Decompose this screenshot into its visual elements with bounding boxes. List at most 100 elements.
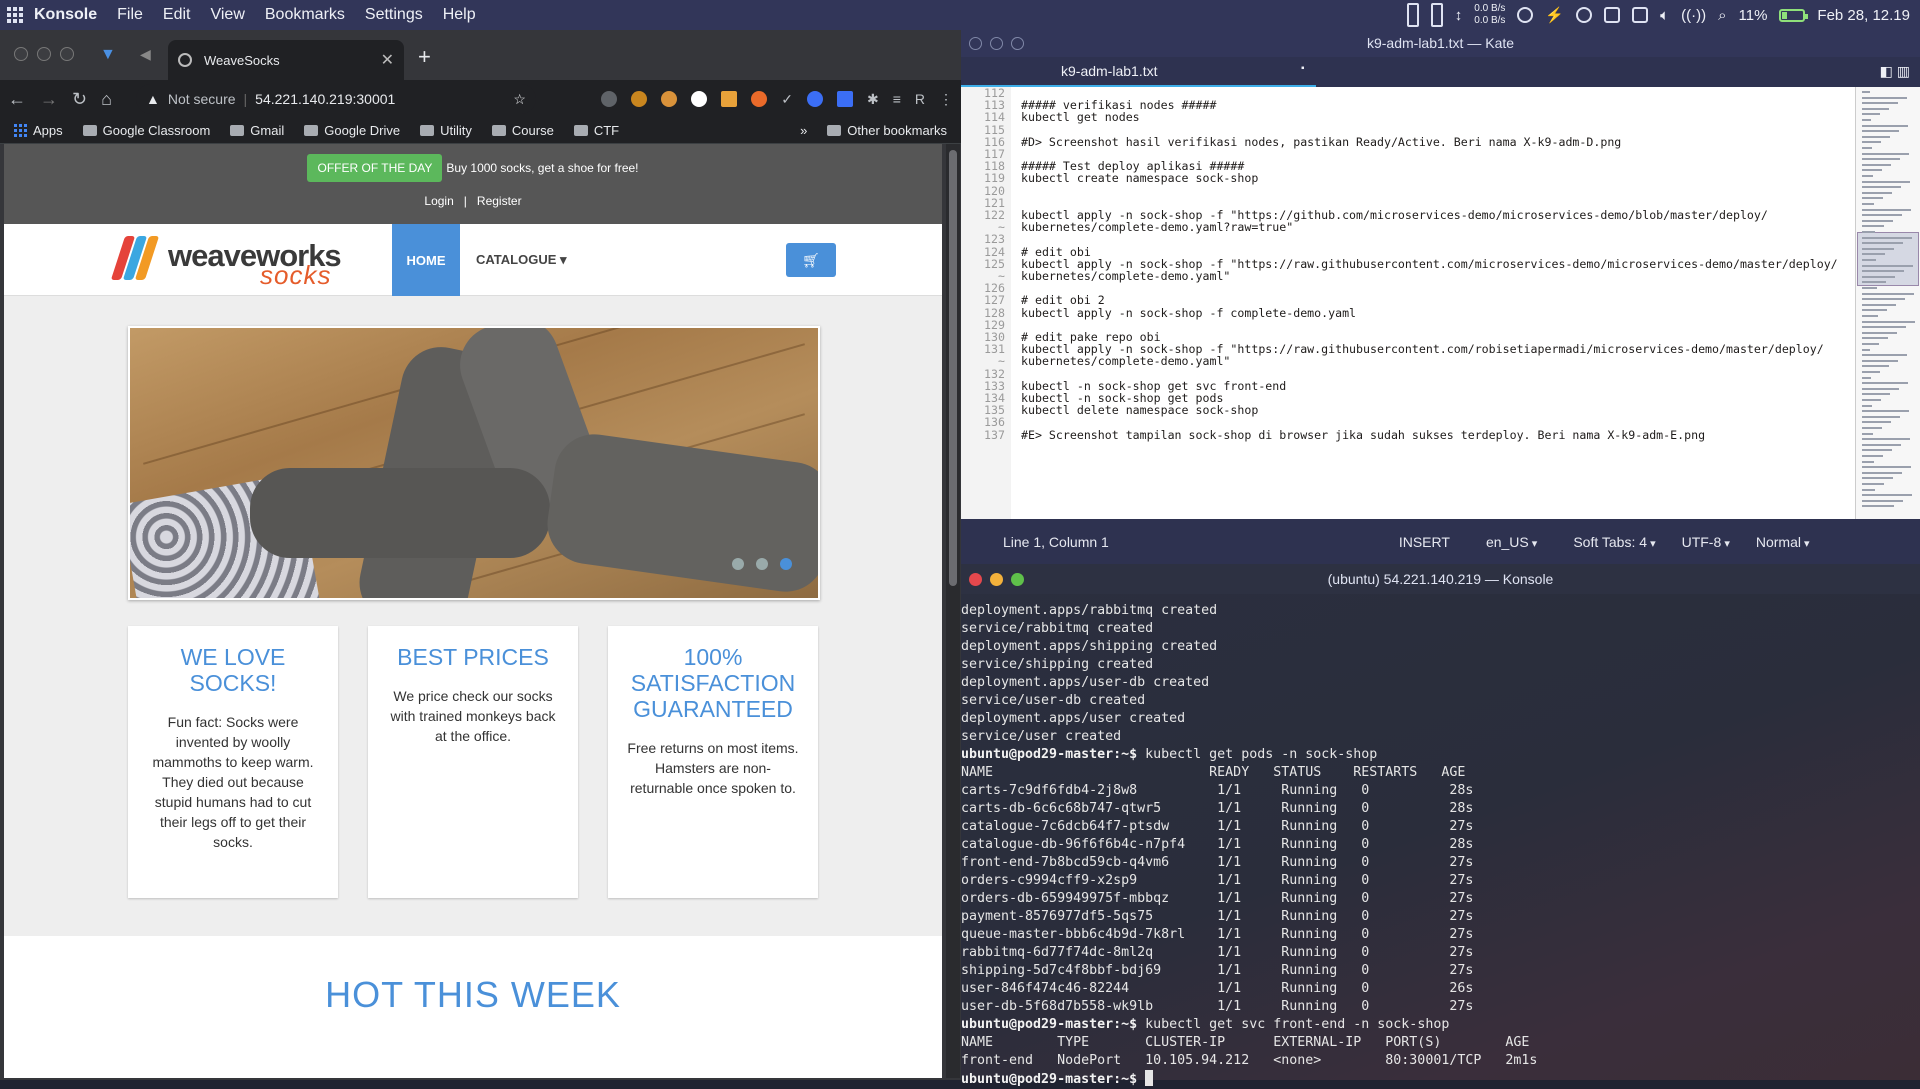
bookmark-utility[interactable]: Utility [420, 123, 472, 138]
minimize-window-button[interactable] [990, 573, 1003, 586]
tab-search-icon[interactable]: ◀ [140, 46, 151, 63]
menu-settings[interactable]: Settings [355, 6, 433, 24]
close-tab-icon[interactable]: ✕ [381, 50, 394, 70]
volume-icon[interactable]: 🔈︎ [1660, 7, 1669, 24]
menu-bookmarks[interactable]: Bookmarks [255, 6, 355, 24]
app-launcher-icon[interactable] [0, 0, 30, 30]
minimap[interactable] [1855, 87, 1920, 519]
hero-carousel[interactable] [128, 326, 820, 600]
split-view-icon[interactable]: ◧ ▥ [1880, 63, 1910, 80]
register-link[interactable]: Register [477, 194, 522, 208]
extension-icon[interactable] [601, 90, 618, 107]
carousel-dot[interactable] [732, 558, 744, 570]
document-tab[interactable]: k9-adm-lab1.txt [1061, 63, 1157, 79]
minimap-line [1862, 113, 1880, 116]
memory-monitor-icon[interactable] [1430, 3, 1443, 27]
wifi-icon[interactable]: ((·)) [1681, 7, 1706, 24]
bookmark-star-icon[interactable]: ☆ [513, 91, 526, 108]
extension-icon[interactable] [721, 90, 738, 107]
carousel-dot[interactable] [756, 558, 768, 570]
weaveworks-socks-logo[interactable]: weaveworks socks [110, 234, 354, 290]
new-tab-button[interactable]: + [418, 44, 431, 70]
extension-w-icon[interactable] [691, 90, 708, 107]
kde-connect-icon[interactable]: ⚡ [1545, 6, 1564, 24]
cpu-monitor-icon[interactable] [1406, 3, 1419, 27]
home-icon[interactable]: ⌂ [101, 89, 112, 110]
menu-file[interactable]: File [107, 6, 153, 24]
maximize-window-button[interactable] [1011, 37, 1024, 50]
code-line: #D> Screenshot hasil verifikasi nodes, p… [1021, 134, 1622, 149]
check-extension-icon[interactable]: ✓ [781, 91, 793, 108]
nav-catalogue[interactable]: CATALOGUE ▾ [476, 252, 567, 268]
tab-close-icon[interactable]: ▪ [1301, 63, 1305, 74]
input-mode[interactable]: INSERT [1399, 534, 1450, 550]
timer-icon[interactable] [1517, 7, 1534, 23]
indentation-selector[interactable]: Soft Tabs: 4 [1573, 534, 1655, 550]
close-window-button[interactable] [14, 47, 28, 61]
maximize-window-button[interactable] [60, 47, 74, 61]
bookmarks-overflow-button[interactable]: » [800, 123, 807, 138]
encoding-selector[interactable]: UTF-8 [1682, 534, 1730, 550]
close-window-button[interactable] [969, 573, 982, 586]
minimize-window-button[interactable] [37, 47, 51, 61]
bookmark-gmail[interactable]: Gmail [230, 123, 284, 138]
warning-icon: ▲ [145, 91, 160, 107]
clock[interactable]: Feb 28, 12.19 [1817, 7, 1910, 24]
terminal-output[interactable]: deployment.apps/rabbitmq created service/… [961, 594, 1920, 1089]
cursor-position[interactable]: Line 1, Column 1 [1003, 534, 1109, 550]
cookie-extension-icon[interactable] [661, 90, 678, 107]
language-selector[interactable]: en_US [1486, 534, 1537, 550]
close-window-button[interactable] [969, 37, 982, 50]
address-bar[interactable]: ▲ Not secure | 54.221.140.219:30001 ☆ [135, 84, 536, 114]
tab-group-icon[interactable]: ▼ [100, 46, 116, 64]
code-area[interactable]: ##### verifikasi nodes ##### kubectl get … [1011, 87, 1846, 441]
extension-icon[interactable] [751, 90, 768, 107]
reload-icon[interactable]: ↻ [72, 89, 87, 110]
bookmark-google-drive[interactable]: Google Drive [304, 123, 400, 138]
menu-help[interactable]: Help [433, 6, 486, 24]
logo-mark-icon [110, 236, 160, 282]
bookmark-other[interactable]: Other bookmarks [827, 123, 947, 138]
profile-avatar[interactable]: R [915, 91, 925, 108]
bookmark-course[interactable]: Course [491, 123, 554, 138]
battery-icon[interactable] [1779, 8, 1809, 22]
forward-icon[interactable]: → [40, 89, 58, 110]
bookmark-ctf[interactable]: CTF [573, 123, 619, 138]
scrollbar-thumb[interactable] [949, 150, 957, 586]
not-secure-label: Not secure [167, 91, 236, 107]
minimap-line [1862, 326, 1906, 329]
minimize-window-button[interactable] [990, 37, 1003, 50]
page-scrollbar[interactable] [946, 144, 960, 1078]
menu-edit[interactable]: Edit [153, 6, 201, 24]
clipboard-icon[interactable] [1604, 7, 1621, 23]
tab-weavesocks[interactable]: WeaveSocks ✕ [168, 40, 404, 80]
bookmark-google-classroom[interactable]: Google Classroom [82, 123, 210, 138]
reading-list-icon[interactable]: ≡ [893, 91, 901, 108]
back-icon[interactable]: ← [8, 89, 26, 110]
minimap-line [1862, 203, 1874, 205]
minimap-line [1862, 505, 1894, 508]
login-link[interactable]: Login [424, 194, 453, 208]
maximize-window-button[interactable] [1011, 573, 1024, 586]
line-number: 123 [984, 232, 1005, 247]
bookmark-extension-icon[interactable] [836, 90, 853, 107]
bookmark-apps[interactable]: Apps [14, 123, 63, 138]
extension-icon[interactable] [631, 90, 648, 107]
extension-icon[interactable] [806, 90, 823, 107]
menu-view[interactable]: View [200, 6, 254, 24]
search-icon[interactable]: ⌕ [1718, 7, 1726, 24]
minimap-line [1862, 443, 1901, 446]
device-icon[interactable] [1632, 7, 1649, 23]
network-speed[interactable]: 0.0 B/s 0.0 B/s [1474, 3, 1505, 27]
cart-button[interactable]: 🛒︎ [786, 243, 836, 277]
extensions-puzzle-icon[interactable]: ✱ [867, 91, 879, 108]
disk-icon[interactable] [1576, 7, 1593, 23]
nav-home[interactable]: HOME [392, 224, 460, 296]
minimap-line [1862, 275, 1895, 278]
syntax-mode-selector[interactable]: Normal [1756, 534, 1810, 550]
network-arrows-icon: ↕ [1454, 6, 1463, 24]
browser-menu-icon[interactable]: ⋮ [939, 91, 953, 108]
offer-badge[interactable]: OFFER OF THE DAY [307, 154, 443, 182]
text-editor[interactable]: 112 113 114 115 116 117 118 119 120 121 122 ~123 124… [961, 87, 1920, 519]
carousel-dot-active[interactable] [780, 558, 792, 570]
